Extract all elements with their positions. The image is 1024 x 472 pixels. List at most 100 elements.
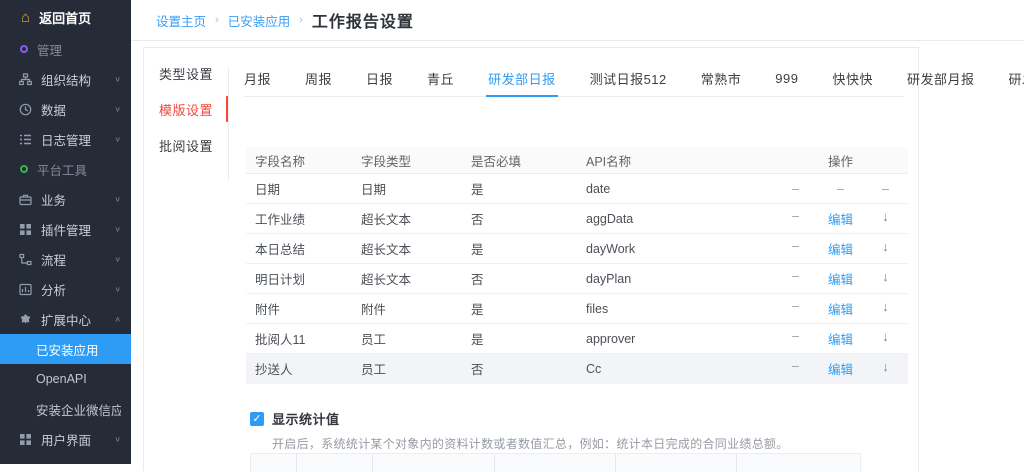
tab-test-daily-512[interactable]: 测试日报512 <box>590 61 667 96</box>
move-down-icon[interactable]: ↓ <box>863 359 908 378</box>
subnav-item-review-settings[interactable]: 批阅设置 <box>144 127 228 163</box>
table-header-row: 字段名称 字段类型 是否必填 API名称 操作 <box>246 147 908 174</box>
move-down-icon[interactable]: ↓ <box>863 329 908 348</box>
sidebar-item-data[interactable]: 数据 ∨ <box>0 94 131 124</box>
dash-placeholder: – <box>773 209 818 228</box>
show-stats-checkbox[interactable]: ✓ <box>250 412 264 426</box>
dash-placeholder: – <box>773 239 818 258</box>
dash-placeholder: – <box>773 359 818 378</box>
move-down-icon[interactable]: ↓ <box>863 299 908 318</box>
settings-subnav: 类型设置 模版设置 批阅设置 <box>144 55 228 163</box>
subnav-item-type-settings[interactable]: 类型设置 <box>144 55 228 91</box>
grid-icon <box>19 223 32 236</box>
edit-button[interactable]: 编辑 <box>818 329 863 348</box>
clock-icon <box>19 103 32 116</box>
flow-icon <box>19 253 32 266</box>
chevron-down-icon: ∨ <box>114 255 121 264</box>
edit-button[interactable]: 编辑 <box>818 269 863 288</box>
list-icon <box>19 133 32 146</box>
sidebar-item-org-structure[interactable]: 组织结构 ∨ <box>0 64 131 94</box>
sidebar-item-user-interface[interactable]: 用户界面 ∨ <box>0 424 131 454</box>
tab-changshu[interactable]: 常熟市 <box>701 61 742 96</box>
chevron-down-icon: ∨ <box>114 435 121 444</box>
tab-monthly-report[interactable]: 月报 <box>244 61 271 96</box>
breadcrumb: 设置主页 › 已安装应用 › 工作报告设置 <box>131 0 1024 41</box>
table-row: 工作业绩 超长文本 否 aggData – 编辑 ↓ <box>246 204 908 234</box>
edit-button[interactable]: 编辑 <box>818 209 863 228</box>
sidebar-item-openapi[interactable]: OpenAPI <box>0 364 131 394</box>
sidebar-item-workflow[interactable]: 流程 ∨ <box>0 244 131 274</box>
chevron-down-icon: ∨ <box>114 105 121 114</box>
sidebar-section-manage: 管理 <box>0 34 131 64</box>
tab-kuaikuaikuai[interactable]: 快快快 <box>833 61 874 96</box>
chevron-down-icon: ∨ <box>114 285 121 294</box>
sidebar-item-installed-apps[interactable]: 已安装应用 <box>0 334 131 364</box>
sidebar-item-business[interactable]: 业务 ∨ <box>0 184 131 214</box>
sidebar: ⌂ 返回首页 管理 组织结构 ∨ 数据 ∨ 日志管理 ∨ 平台工具 业务 <box>0 0 131 464</box>
col-field-type: 字段类型 <box>361 151 471 170</box>
report-tabs: 月报 周报 日报 青丘 研发部日报 测试日报512 常熟市 999 快快快 研发… <box>244 61 904 97</box>
content-card: 类型设置 模版设置 批阅设置 月报 周报 日报 青丘 研发部日报 测试日报512… <box>143 47 919 471</box>
col-required: 是否必填 <box>471 151 586 170</box>
field-table: 字段名称 字段类型 是否必填 API名称 操作 日期 日期 是 date – –… <box>246 147 908 384</box>
tab-999[interactable]: 999 <box>775 61 798 96</box>
org-icon <box>19 73 32 86</box>
chart-icon <box>19 283 32 296</box>
grid-icon <box>19 433 32 446</box>
chevron-up-icon: ∧ <box>114 315 121 324</box>
green-ring-icon <box>20 165 28 173</box>
stats-table-partial <box>250 453 861 472</box>
tab-rd-monthly-report[interactable]: 研发部月报 <box>907 61 975 96</box>
breadcrumb-link-installed-apps[interactable]: 已安装应用 <box>228 11 291 30</box>
dash-placeholder: – <box>773 299 818 318</box>
sidebar-item-install-wecom-app[interactable]: 安装企业微信应用 <box>0 394 131 424</box>
dash-placeholder: – <box>818 182 863 196</box>
back-home-button[interactable]: ⌂ 返回首页 <box>0 0 131 34</box>
col-actions: 操作 <box>773 151 908 170</box>
edit-button[interactable]: 编辑 <box>818 299 863 318</box>
tab-rd-daily-report[interactable]: 研发部日报 <box>488 61 556 96</box>
show-stats-label: 显示统计值 <box>272 409 340 428</box>
page-title: 工作报告设置 <box>312 8 414 32</box>
sidebar-item-extension-center[interactable]: 扩展中心 ∧ <box>0 304 131 334</box>
move-down-icon[interactable]: ↓ <box>863 269 908 288</box>
move-down-icon[interactable]: ↓ <box>863 209 908 228</box>
table-row: 附件 附件 是 files – 编辑 ↓ <box>246 294 908 324</box>
dash-placeholder: – <box>773 329 818 348</box>
chevron-down-icon: ∨ <box>114 75 121 84</box>
dash-placeholder: – <box>863 182 908 196</box>
chevron-down-icon: ∨ <box>114 225 121 234</box>
sidebar-section-platform-tools: 平台工具 <box>0 154 131 184</box>
chevron-down-icon: ∨ <box>114 135 121 144</box>
tab-daily-report[interactable]: 日报 <box>366 61 393 96</box>
purple-ring-icon <box>20 45 28 53</box>
home-icon: ⌂ <box>21 10 30 25</box>
subnav-item-template-settings[interactable]: 模版设置 <box>144 91 228 127</box>
move-down-icon[interactable]: ↓ <box>863 239 908 258</box>
subnav-divider <box>228 68 229 180</box>
tab-rd-weekly-report[interactable]: 研发部周报 <box>1009 61 1024 96</box>
back-home-label: 返回首页 <box>39 8 91 27</box>
dash-placeholder: – <box>773 182 818 196</box>
sidebar-item-analysis[interactable]: 分析 ∨ <box>0 274 131 304</box>
briefcase-icon <box>19 193 32 206</box>
table-row: 日期 日期 是 date – – – <box>246 174 908 204</box>
show-stats-description: 开启后，系统统计某个对象内的资料计数或者数值汇总，例如：统计本日完成的合同业绩总… <box>272 435 789 452</box>
sidebar-item-plugin-manage[interactable]: 插件管理 ∨ <box>0 214 131 244</box>
breadcrumb-separator-icon: › <box>215 14 219 26</box>
stats-section: ✓ 显示统计值 开启后，系统统计某个对象内的资料计数或者数值汇总，例如：统计本日… <box>250 409 789 452</box>
sidebar-item-log-manage[interactable]: 日志管理 ∨ <box>0 124 131 154</box>
breadcrumb-separator-icon: › <box>299 14 303 26</box>
edit-button[interactable]: 编辑 <box>818 239 863 258</box>
chevron-down-icon: ∨ <box>114 195 121 204</box>
edit-button[interactable]: 编辑 <box>818 359 863 378</box>
tab-qingqiu[interactable]: 青丘 <box>427 61 454 96</box>
table-row: 批阅人11 员工 是 approver – 编辑 ↓ <box>246 324 908 354</box>
breadcrumb-link-settings-home[interactable]: 设置主页 <box>156 11 206 30</box>
extension-icon <box>19 313 32 326</box>
tab-weekly-report[interactable]: 周报 <box>305 61 332 96</box>
table-row: 本日总结 超长文本 是 dayWork – 编辑 ↓ <box>246 234 908 264</box>
col-api-name: API名称 <box>586 151 773 170</box>
dash-placeholder: – <box>773 269 818 288</box>
table-row-highlighted: 抄送人 员工 否 Cc – 编辑 ↓ <box>246 354 908 384</box>
